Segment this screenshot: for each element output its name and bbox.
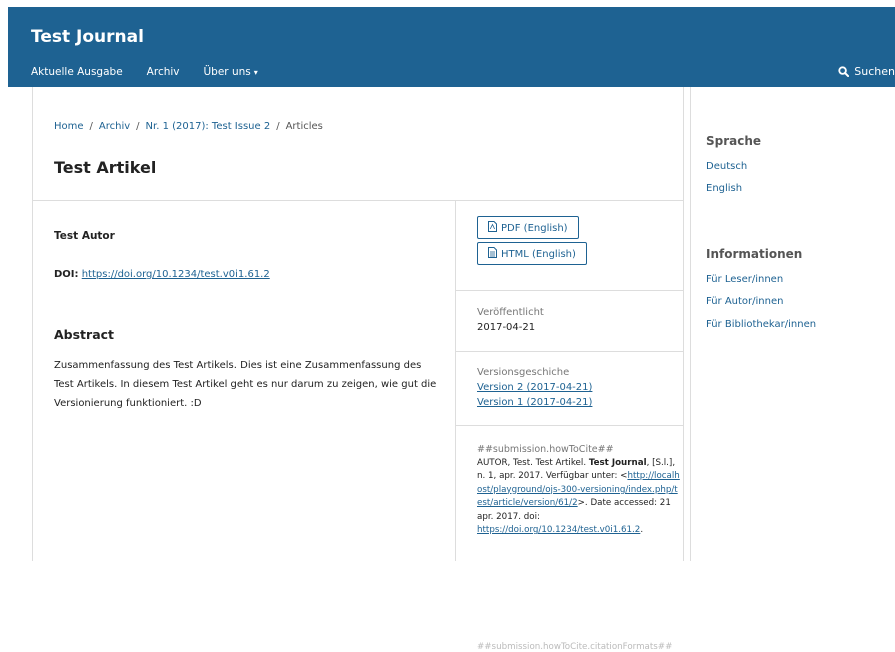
page-title: Test Artikel [54,158,157,177]
pdf-galley-button[interactable]: PDF (English) [477,216,579,239]
citation-doi-link[interactable]: https://doi.org/10.1234/test.v0i1.61.2 [477,525,640,535]
breadcrumb-separator: / [89,121,93,132]
breadcrumb-issue[interactable]: Nr. 1 (2017): Test Issue 2 [146,121,271,132]
breadcrumb-current: Articles [285,121,323,132]
nav-item-about[interactable]: Über uns ▾ [204,66,258,78]
html-galley-label: HTML (English) [501,249,576,260]
citation-text: AUTOR, Test. Test Artikel. [477,457,587,468]
info-link-librarians[interactable]: Für Bibliothekar/innen [706,319,816,330]
divider [33,200,683,201]
divider [456,351,683,352]
pdf-galley-label: PDF (English) [501,223,568,234]
info-link-readers[interactable]: Für Leser/innen [706,274,783,285]
nav-item-archive[interactable]: Archiv [147,66,180,78]
info-link-authors[interactable]: Für Autor/innen [706,296,783,307]
version-link-1[interactable]: Version 1 (2017-04-21) [477,397,592,408]
version-history-label: Versionsgeschiche [477,367,570,378]
column-divider [455,200,456,561]
nav-item-about-label: Über uns [203,66,251,78]
chevron-down-icon: ▾ [253,68,258,77]
right-sidebar: Sprache Deutsch English Informationen Fü… [690,87,895,561]
citation-text: . [640,525,644,535]
site-title[interactable]: Test Journal [31,27,144,47]
main-content: Home / Archiv / Nr. 1 (2017): Test Issue 2 / A… [32,87,684,652]
primary-nav: Aktuelle Ausgabe Archiv Über uns ▾ [31,66,258,78]
breadcrumb: Home / Archiv / Nr. 1 (2017): Test Issue 2 / A… [54,121,323,132]
search-icon [838,66,850,77]
nav-item-current-issue[interactable]: Aktuelle Ausgabe [31,66,123,78]
doi-link[interactable]: https://doi.org/10.1234/test.v0i1.61.2 [82,269,270,280]
html-galley-button[interactable]: HTML (English) [477,242,587,265]
divider [456,425,683,426]
doi: DOI: https://doi.org/10.1234/test.v0i1.6… [54,269,270,280]
author-name: Test Autor [54,230,115,242]
divider [456,290,683,291]
how-to-cite: ##submission.howToCite## AUTOR, Test. Te… [477,443,683,538]
citation-journal: Test Journal [588,457,647,468]
site-header: Test Journal Aktuelle Ausgabe Archiv Übe… [8,7,895,87]
search-button[interactable]: Suchen [838,65,895,78]
breadcrumb-separator: / [276,121,280,132]
information-heading: Informationen [706,247,803,261]
published-label: Veröffentlicht [477,307,544,318]
citation-formats-label: ##submission.howToCite.citationFormats## [477,642,673,652]
language-link-english[interactable]: English [706,183,742,194]
abstract-text: Zusammenfassung des Test Artikels. Dies … [54,360,437,409]
language-link-deutsch[interactable]: Deutsch [706,161,747,172]
language-heading: Sprache [706,134,762,148]
search-label: Suchen [854,65,895,78]
published-date: 2017-04-21 [477,322,536,333]
abstract-heading: Abstract [54,327,115,342]
breadcrumb-archive[interactable]: Archiv [99,121,130,132]
page: Test Journal Aktuelle Ausgabe Archiv Übe… [8,7,895,652]
breadcrumb-home[interactable]: Home [54,121,84,132]
pdf-file-icon [488,221,497,232]
version-link-2[interactable]: Version 2 (2017-04-21) [477,382,592,393]
how-to-cite-label: ##submission.howToCite## [477,444,614,455]
doi-label: DOI: [54,269,79,280]
breadcrumb-separator: / [136,121,140,132]
html-file-icon [488,247,497,258]
